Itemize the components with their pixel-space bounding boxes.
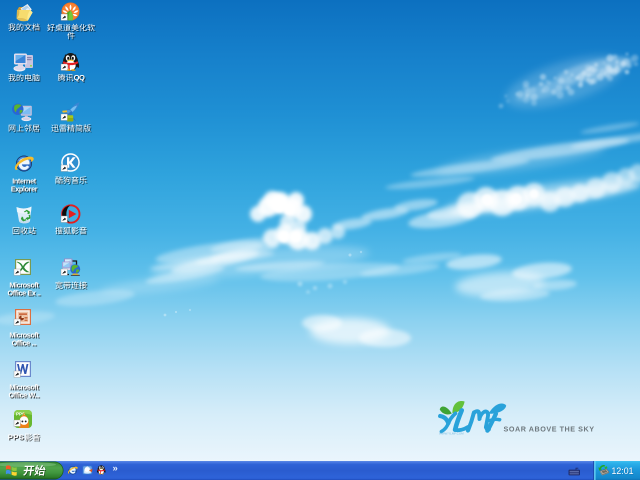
svg-text:S: S: [19, 433, 24, 442]
svg-text:Explorer: Explorer: [11, 185, 38, 194]
svg-text:P: P: [8, 433, 13, 442]
svg-text:P: P: [13, 433, 18, 442]
svg-text:Office ...: Office ...: [12, 339, 37, 348]
svg-text:SOAR ABOVE THE SKY: SOAR ABOVE THE SKY: [504, 424, 595, 433]
svg-text:Office W...: Office W...: [9, 391, 40, 400]
svg-text:12:01: 12:01: [611, 466, 633, 476]
svg-text:Q: Q: [79, 73, 85, 82]
svg-text:Office Ex ..: Office Ex ..: [8, 289, 41, 298]
svg-text:»: »: [113, 463, 118, 474]
svg-text:WWW.YLMF.COM: WWW.YLMF.COM: [439, 432, 464, 436]
